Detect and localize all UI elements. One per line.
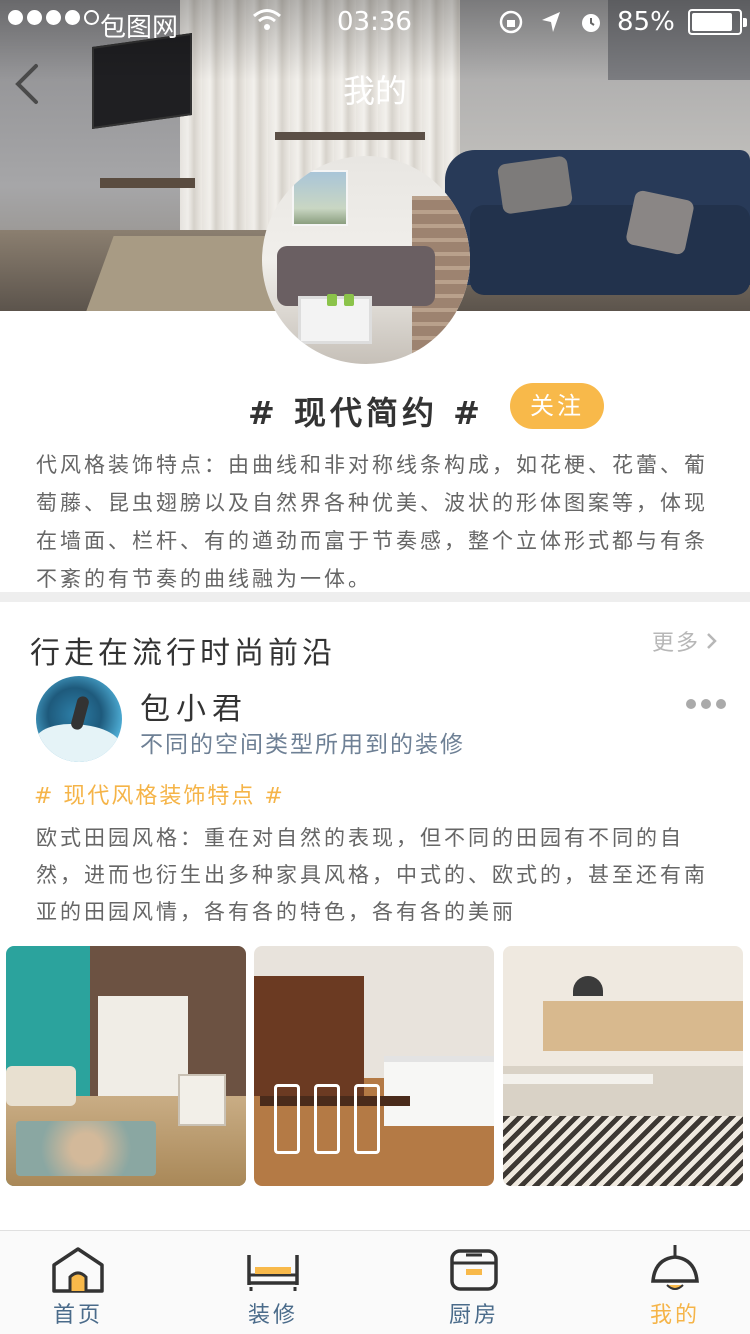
page-title: 我的: [342, 72, 407, 110]
avatar[interactable]: [36, 676, 122, 762]
post-photo-living-room[interactable]: [6, 946, 246, 1186]
pendant-lamp-icon: [651, 1245, 699, 1290]
post-photo-kitchen-dining[interactable]: [254, 946, 494, 1186]
style-title: # 现代简约 #: [248, 394, 484, 432]
more-options-icon[interactable]: [686, 699, 726, 709]
home-icon: [52, 1247, 104, 1293]
alarm-clock-icon: [582, 14, 600, 32]
tab-kitchen[interactable]: 厨房: [399, 1231, 549, 1334]
rotation-lock-icon: [499, 10, 523, 34]
clock-time: 03:36: [337, 7, 412, 37]
section-title: 行走在流行时尚前沿: [30, 636, 336, 671]
tab-home[interactable]: 首页: [3, 1231, 153, 1334]
wifi-icon: [253, 9, 281, 30]
more-link[interactable]: 更多: [652, 625, 718, 657]
style-cover-avatar[interactable]: [262, 156, 470, 364]
post-tag[interactable]: # 现代风格装饰特点 #: [34, 778, 285, 810]
chevron-right-icon: [707, 633, 717, 649]
post-photo-bright-kitchen[interactable]: [503, 946, 743, 1186]
tab-mine[interactable]: 我的: [600, 1231, 750, 1334]
carrier-name: 包图网: [100, 13, 179, 43]
battery-percentage: 85%: [617, 7, 675, 37]
tab-decoration[interactable]: 装修: [198, 1231, 348, 1334]
location-arrow-icon: [542, 12, 560, 32]
follow-button[interactable]: 关注: [510, 383, 604, 429]
bed-icon: [247, 1255, 299, 1291]
tab-mine-label: 我的: [649, 1303, 700, 1328]
signal-strength-icon: [8, 10, 99, 25]
post-body: 欧式田园风格：重在对自然的表现，但不同的田园有不同的自然，进而也衍生出多种家具风…: [36, 826, 708, 924]
battery-icon: [688, 9, 747, 35]
style-description: 代风格装饰特点：由曲线和非对称线条构成，如花梗、花蕾、葡萄藤、昆虫翅膀以及自然界…: [36, 453, 708, 591]
tab-kitchen-label: 厨房: [448, 1303, 499, 1328]
bottom-tab-bar: 首页 装修 厨房 我的: [0, 1230, 750, 1334]
status-bar: 包图网 03:36 85%: [0, 0, 750, 46]
more-link-label: 更多: [652, 631, 701, 656]
user-subtitle: 不同的空间类型所用到的装修: [140, 732, 465, 758]
rice-cooker-icon: [450, 1249, 498, 1291]
section-divider: [0, 592, 750, 602]
user-name[interactable]: 包小君: [140, 684, 248, 728]
tab-decoration-label: 装修: [247, 1303, 298, 1328]
tab-home-label: 首页: [52, 1303, 103, 1328]
